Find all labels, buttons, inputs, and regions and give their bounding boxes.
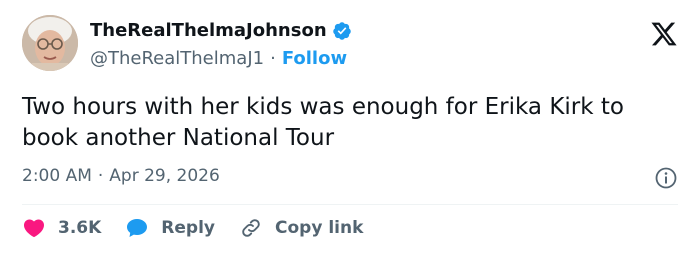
heart-icon [23, 219, 45, 238]
author-name-row: TheRealThelmaJohnson [90, 20, 352, 41]
link-icon [242, 219, 260, 237]
x-logo-icon[interactable] [650, 20, 678, 48]
tweet-text: Two hours with her kids was enough for E… [22, 94, 624, 151]
tweet-date[interactable]: Apr 29, 2026 [109, 166, 220, 186]
copy-link-button[interactable]: Copy link [239, 216, 363, 240]
avatar-image [22, 15, 78, 71]
tweet-meta: 2:00 AM · Apr 29, 2026 [22, 166, 220, 186]
copy-link-label: Copy link [275, 218, 364, 238]
action-bar: 3.6K Reply Copy link [22, 216, 387, 240]
like-button[interactable]: 3.6K [22, 216, 101, 240]
follow-button[interactable]: Follow [282, 48, 347, 69]
tweet-time[interactable]: 2:00 AM [22, 166, 92, 186]
verified-badge-icon [332, 21, 351, 40]
avatar[interactable] [22, 15, 78, 71]
reply-label: Reply [161, 218, 215, 238]
speech-bubble-icon [127, 219, 148, 237]
separator-dot: · [97, 166, 104, 186]
author-handle-row: @TheRealThelmaJ1 · Follow [90, 48, 347, 69]
info-icon[interactable] [654, 166, 678, 190]
separator-dot: · [270, 48, 276, 69]
like-count: 3.6K [58, 218, 102, 238]
author-handle[interactable]: @TheRealThelmaJ1 [90, 48, 264, 69]
divider [22, 204, 678, 205]
author-display-name[interactable]: TheRealThelmaJohnson [90, 20, 327, 41]
reply-button[interactable]: Reply [125, 216, 215, 240]
